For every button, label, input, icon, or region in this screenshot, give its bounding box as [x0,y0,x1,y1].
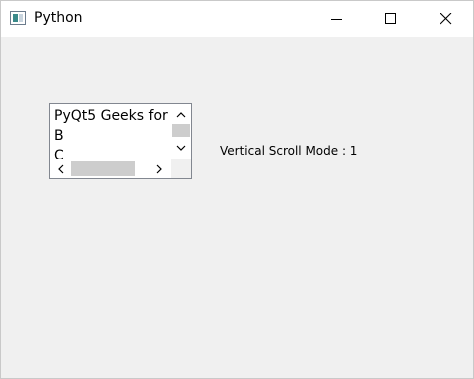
main-window: Python PyQt5 Geeks for Geeks B C [0,0,474,379]
list-item[interactable]: C [54,148,64,159]
horizontal-scrollbar[interactable] [50,159,171,178]
vertical-scroll-thumb[interactable] [172,124,190,137]
chevron-up-icon [176,111,186,117]
list-items: PyQt5 Geeks for Geeks B C [50,104,171,159]
list-widget[interactable]: PyQt5 Geeks for Geeks B C [49,103,192,179]
window-title: Python [34,10,83,26]
chevron-right-icon [156,164,162,173]
close-icon [440,13,452,25]
vertical-scrollbar[interactable] [171,104,191,159]
close-button[interactable] [423,1,469,37]
scroll-right-button[interactable] [150,159,168,178]
vertical-scroll-mode-label: Vertical Scroll Mode : 1 [220,144,358,158]
maximize-icon [385,13,396,24]
scroll-down-button[interactable] [171,139,191,156]
scroll-left-button[interactable] [52,159,70,178]
horizontal-scroll-thumb[interactable] [71,161,135,176]
chevron-left-icon [58,164,64,173]
maximize-button[interactable] [368,1,414,37]
minimize-button[interactable] [314,1,360,37]
list-item[interactable]: B [54,128,64,144]
chevron-down-icon [176,145,186,151]
scrollbar-corner [171,159,191,178]
title-bar[interactable]: Python [1,1,473,37]
minimize-icon [331,19,342,20]
list-item[interactable]: PyQt5 Geeks for Geeks [54,108,171,124]
scroll-up-button[interactable] [171,106,191,123]
python-window-icon [10,11,26,25]
